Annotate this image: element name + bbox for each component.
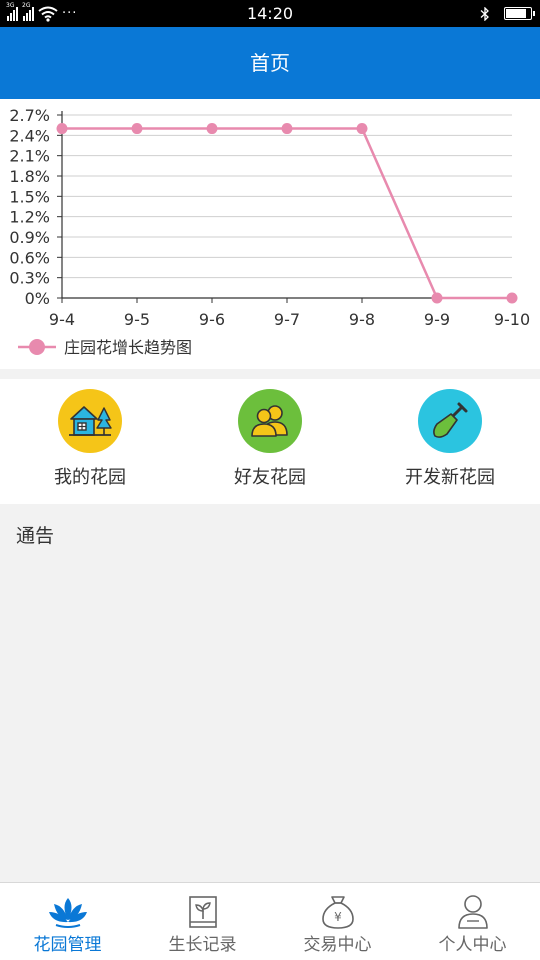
y-tick-label: 0.9% (9, 228, 50, 247)
notice-section: 通告 (0, 504, 540, 882)
legend-marker (29, 339, 45, 355)
y-tick-label: 1.5% (9, 187, 50, 206)
x-tick-label: 9-5 (124, 310, 150, 329)
data-point (431, 292, 443, 304)
svg-text:¥: ¥ (334, 910, 342, 924)
y-tick-label: 2.4% (9, 126, 50, 145)
data-point (56, 123, 68, 135)
x-tick-label: 9-10 (494, 310, 530, 329)
notebook-sprout-icon (188, 896, 217, 928)
bluetooth-icon (480, 6, 489, 21)
y-tick-label: 1.2% (9, 208, 50, 227)
new-garden-icon-circle (418, 389, 482, 453)
data-point (206, 123, 218, 135)
data-point (131, 123, 143, 135)
growth-chart-panel: 0% 0.3% 0.6% 0.9% 1.2% 1.5% 1.8% 2.1% 2.4% 2.7% 9-… (0, 99, 540, 369)
tab-trading-center[interactable]: ¥ 交易中心 (270, 883, 405, 960)
page-title: 首页 (250, 51, 290, 75)
tab-personal-center[interactable]: 个人中心 (405, 883, 540, 960)
data-point (281, 123, 293, 135)
status-bar: 3G 2G ··· 14:20 (0, 0, 540, 27)
friends-icon (251, 405, 288, 437)
house-tree-icon (69, 406, 112, 436)
y-tick-label: 0% (25, 289, 50, 308)
clock: 14:20 (246, 4, 294, 23)
y-tick-label: 2.1% (9, 147, 50, 166)
data-point (356, 123, 368, 135)
my-garden-label: 我的花园 (54, 467, 126, 488)
legend-label: 庄园花增长趋势图 (64, 338, 192, 357)
growth-line-chart: 0%0.3% 0.6%0.9%1.2% 1.5%1.8%2.1% 2.4%2.7% 9-… (9, 106, 530, 357)
shortcut-grid: 我的花园 好友花园 开发新花园 (0, 379, 540, 504)
tab-label: 花园管理 (33, 935, 102, 955)
new-garden-label: 开发新花园 (405, 467, 495, 488)
x-tick-label: 9-8 (349, 310, 375, 329)
friends-garden-icon-circle (238, 389, 302, 453)
tab-growth-records[interactable]: 生长记录 (135, 883, 270, 960)
my-garden-icon-circle (58, 389, 122, 453)
y-tick-label: 2.7% (9, 106, 50, 125)
new-garden-shortcut[interactable]: 开发新花园 (360, 379, 540, 504)
x-tick-label: 9-4 (49, 310, 75, 329)
bottom-tab-bar: 花园管理 生长记录 ¥ 交易中心 个人中心 (0, 882, 540, 960)
person-icon (457, 895, 488, 929)
y-tick-label: 1.8% (9, 167, 50, 186)
x-tick-label: 9-7 (274, 310, 300, 329)
series-line (62, 127, 512, 300)
lotus-icon (48, 898, 87, 928)
y-tick-label: 0.6% (9, 248, 50, 267)
battery-icon (504, 7, 535, 20)
my-garden-shortcut[interactable]: 我的花园 (0, 379, 180, 504)
tab-label: 个人中心 (438, 935, 507, 955)
shovel-icon (433, 402, 468, 438)
tab-label: 生长记录 (168, 935, 237, 955)
money-bag-icon: ¥ (321, 896, 354, 929)
app-header: 首页 (0, 27, 540, 99)
x-tick-label: 9-9 (424, 310, 450, 329)
friends-garden-label: 好友花园 (234, 467, 306, 488)
friends-garden-shortcut[interactable]: 好友花园 (180, 379, 360, 504)
tab-label: 交易中心 (303, 935, 372, 955)
x-tick-label: 9-6 (199, 310, 225, 329)
tab-garden-management[interactable]: 花园管理 (0, 883, 135, 960)
notice-title: 通告 (16, 525, 55, 547)
data-point (506, 292, 518, 304)
y-tick-label: 0.3% (9, 269, 50, 288)
